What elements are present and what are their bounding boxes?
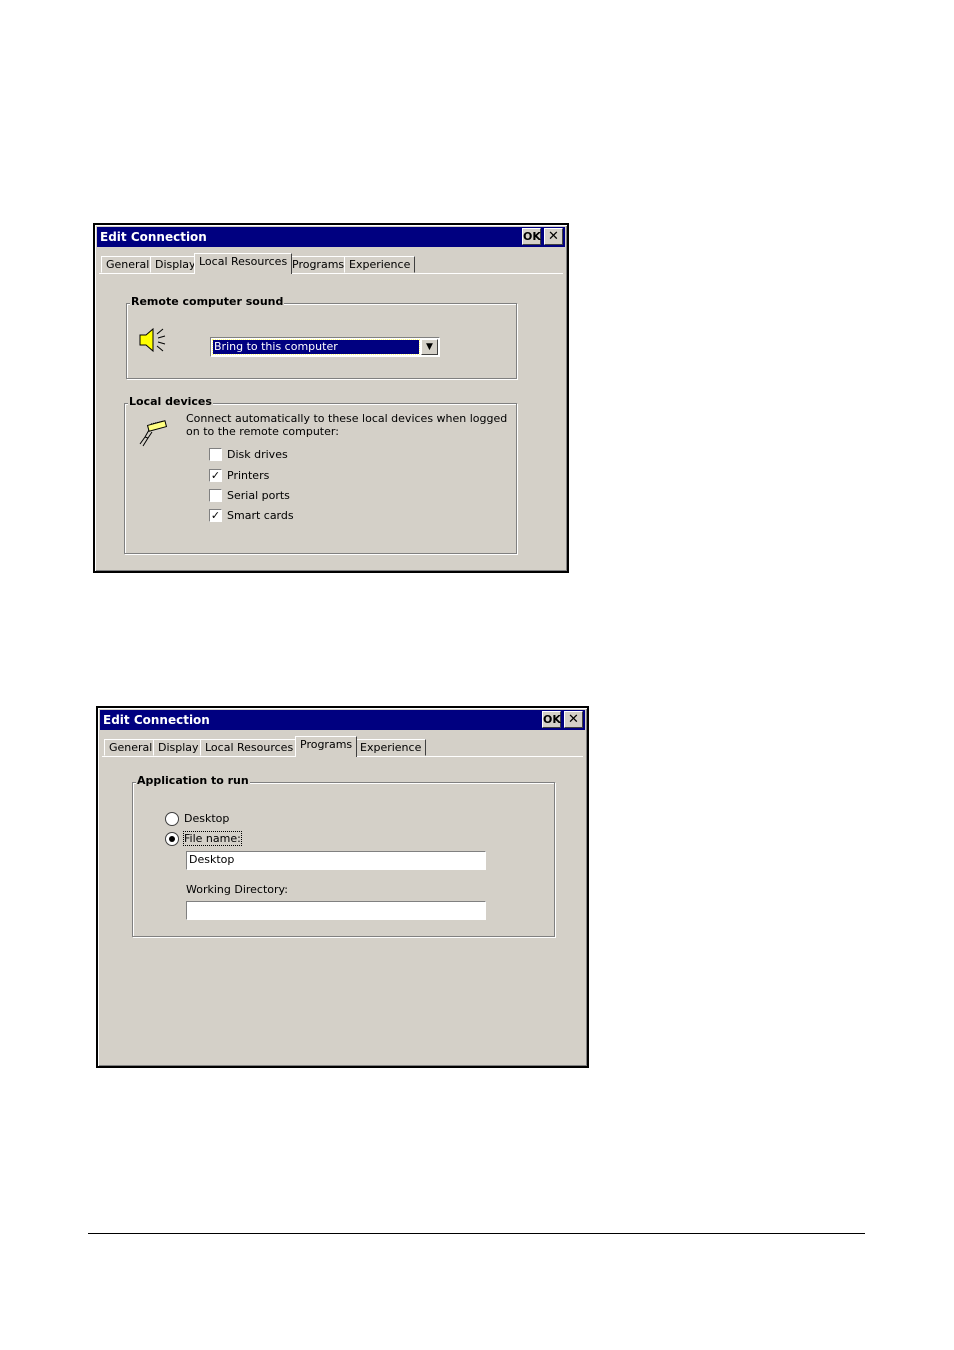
tab-programs[interactable]: Programs xyxy=(295,736,358,757)
radio-selected-dot xyxy=(169,836,175,842)
tab-general[interactable]: General xyxy=(104,739,158,756)
application-to-run-group: Application to run Desktop File name: De… xyxy=(132,774,555,937)
application-to-run-legend: Application to run xyxy=(136,774,250,787)
local-devices-description: Connect automatically to these local dev… xyxy=(186,412,508,438)
sound-redirect-dropdown[interactable]: Bring to this computer ▼ xyxy=(210,337,440,357)
title-bar: Edit Connection OK ✕ xyxy=(100,710,585,730)
tab-strip: General Display Local Resources Programs… xyxy=(99,253,563,274)
dialog-title: Edit Connection xyxy=(103,713,210,727)
tab-local-resources[interactable]: Local Resources xyxy=(194,253,293,274)
edit-connection-dialog-programs: Edit Connection OK ✕ General Display Loc… xyxy=(96,706,589,1068)
edit-connection-dialog-local-resources: Edit Connection OK ✕ General Display Loc… xyxy=(93,223,569,573)
remote-sound-legend: Remote computer sound xyxy=(130,295,285,308)
desktop-radio[interactable] xyxy=(165,812,179,826)
tab-divider xyxy=(99,273,563,274)
tab-display[interactable]: Display xyxy=(150,256,201,273)
smart-cards-checkbox[interactable]: ✓ xyxy=(209,509,222,522)
title-bar: Edit Connection OK ✕ xyxy=(97,227,565,247)
chevron-down-icon[interactable]: ▼ xyxy=(421,339,438,355)
ok-button[interactable]: OK xyxy=(522,228,541,245)
tab-experience[interactable]: Experience xyxy=(344,256,416,273)
printers-checkbox[interactable]: ✓ xyxy=(209,469,222,482)
working-directory-label: Working Directory: xyxy=(186,883,288,896)
speaker-icon xyxy=(139,327,166,353)
page-footer-rule xyxy=(88,1233,865,1234)
tab-general[interactable]: General xyxy=(101,256,155,273)
ok-button[interactable]: OK xyxy=(542,711,561,728)
printers-label: Printers xyxy=(227,469,270,482)
serial-ports-checkbox[interactable] xyxy=(209,489,222,502)
local-devices-group: Local devices Connect automatically to t… xyxy=(124,395,517,554)
serial-ports-label: Serial ports xyxy=(227,489,290,502)
sound-redirect-selected: Bring to this computer xyxy=(212,339,420,355)
disk-drives-label: Disk drives xyxy=(227,448,288,461)
file-name-radio-label: File name: xyxy=(183,831,242,846)
desktop-radio-label: Desktop xyxy=(184,812,230,825)
tab-strip: General Display Local Resources Programs… xyxy=(102,736,583,757)
plug-icon xyxy=(139,420,168,447)
disk-drives-checkbox[interactable] xyxy=(209,448,222,461)
close-icon[interactable]: ✕ xyxy=(564,711,583,728)
tab-display[interactable]: Display xyxy=(153,739,204,756)
tab-programs[interactable]: Programs xyxy=(287,256,350,273)
tab-local-resources[interactable]: Local Resources xyxy=(200,739,299,756)
close-icon[interactable]: ✕ xyxy=(544,228,563,245)
smart-cards-label: Smart cards xyxy=(227,509,294,522)
local-devices-legend: Local devices xyxy=(128,395,213,408)
file-name-input[interactable]: Desktop xyxy=(186,851,486,870)
tab-experience[interactable]: Experience xyxy=(355,739,427,756)
file-name-radio[interactable] xyxy=(165,832,179,846)
working-directory-input[interactable] xyxy=(186,901,486,920)
dialog-title: Edit Connection xyxy=(100,230,207,244)
remote-sound-group: Remote computer sound Bring to this comp… xyxy=(126,295,517,379)
